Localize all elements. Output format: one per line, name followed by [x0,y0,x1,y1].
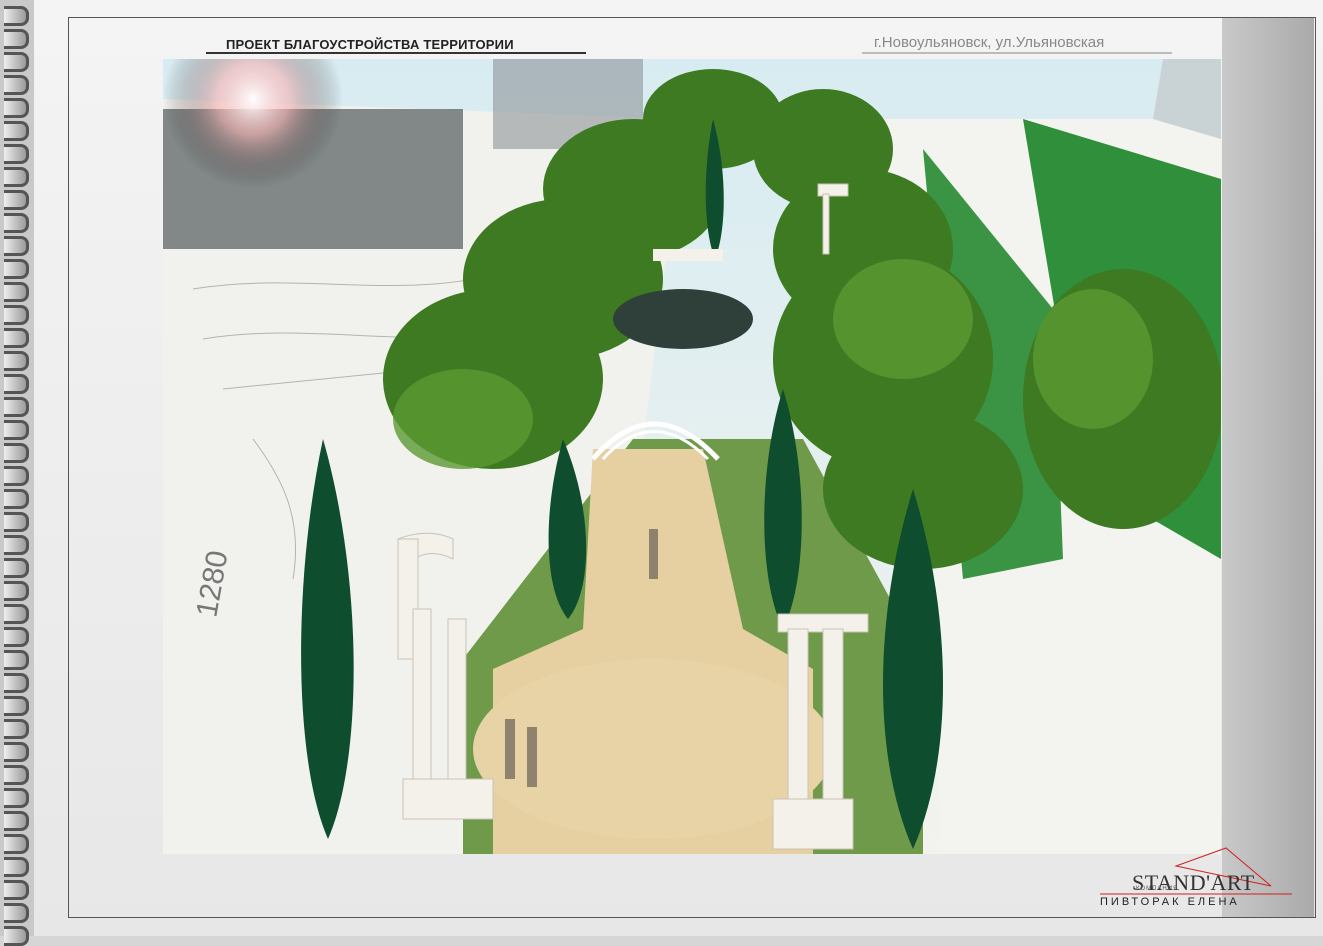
binding-ring [4,144,29,164]
binding-ring [4,765,29,785]
binding-ring [4,6,29,26]
binding-ring [4,190,29,210]
binding-ring [4,857,29,877]
binding-ring [4,811,29,831]
binding-ring [4,305,29,325]
binding-ring [4,581,29,601]
binding-ring [4,213,29,233]
binding-ring [4,604,29,624]
binding-ring [4,558,29,578]
binding-ring [4,259,29,279]
binding-ring [4,926,29,946]
binding-ring [4,29,29,49]
binding-ring [4,673,29,693]
binding-ring [4,98,29,118]
binding-ring [4,397,29,417]
binding-ring [4,696,29,716]
binding-ring [4,742,29,762]
binding-ring [4,167,29,187]
project-title: ПРОЕКТ БЛАГОУСТРОЙСТВА ТЕРРИТОРИИ [226,37,514,52]
binding-ring [4,788,29,808]
company-logo: STAND'ART КОМПАНИЯ ПИВТОРАК ЕЛЕНА [1096,846,1296,910]
binding-ring [4,903,29,923]
binding-ring [4,443,29,463]
binding-ring [4,719,29,739]
binding-ring [4,535,29,555]
binding-ring [4,236,29,256]
landscape-render-image: 1280 [163,59,1221,854]
title-underline [206,52,586,54]
binding-ring [4,650,29,670]
render-illustration: 1280 [163,59,1221,854]
binding-ring [4,121,29,141]
binding-ring [4,489,29,509]
binding-ring [4,466,29,486]
binding-ring [4,52,29,72]
binding-ring [4,880,29,900]
binding-ring [4,420,29,440]
binding-ring [4,328,29,348]
logo-author: ПИВТОРАК ЕЛЕНА [1100,896,1240,908]
logo-subtitle: КОМПАНИЯ [1136,886,1179,892]
binding-ring [4,512,29,532]
spiral-binding [0,0,34,946]
binding-ring [4,834,29,854]
binding-ring [4,282,29,302]
logo-brand: STAND'ART [1132,870,1255,895]
binding-ring [4,374,29,394]
project-address: г.Новоульяновск, ул.Ульяновская [874,34,1105,51]
address-underline [862,52,1172,54]
binding-ring [4,627,29,647]
binding-ring [4,351,29,371]
binding-ring [4,75,29,95]
